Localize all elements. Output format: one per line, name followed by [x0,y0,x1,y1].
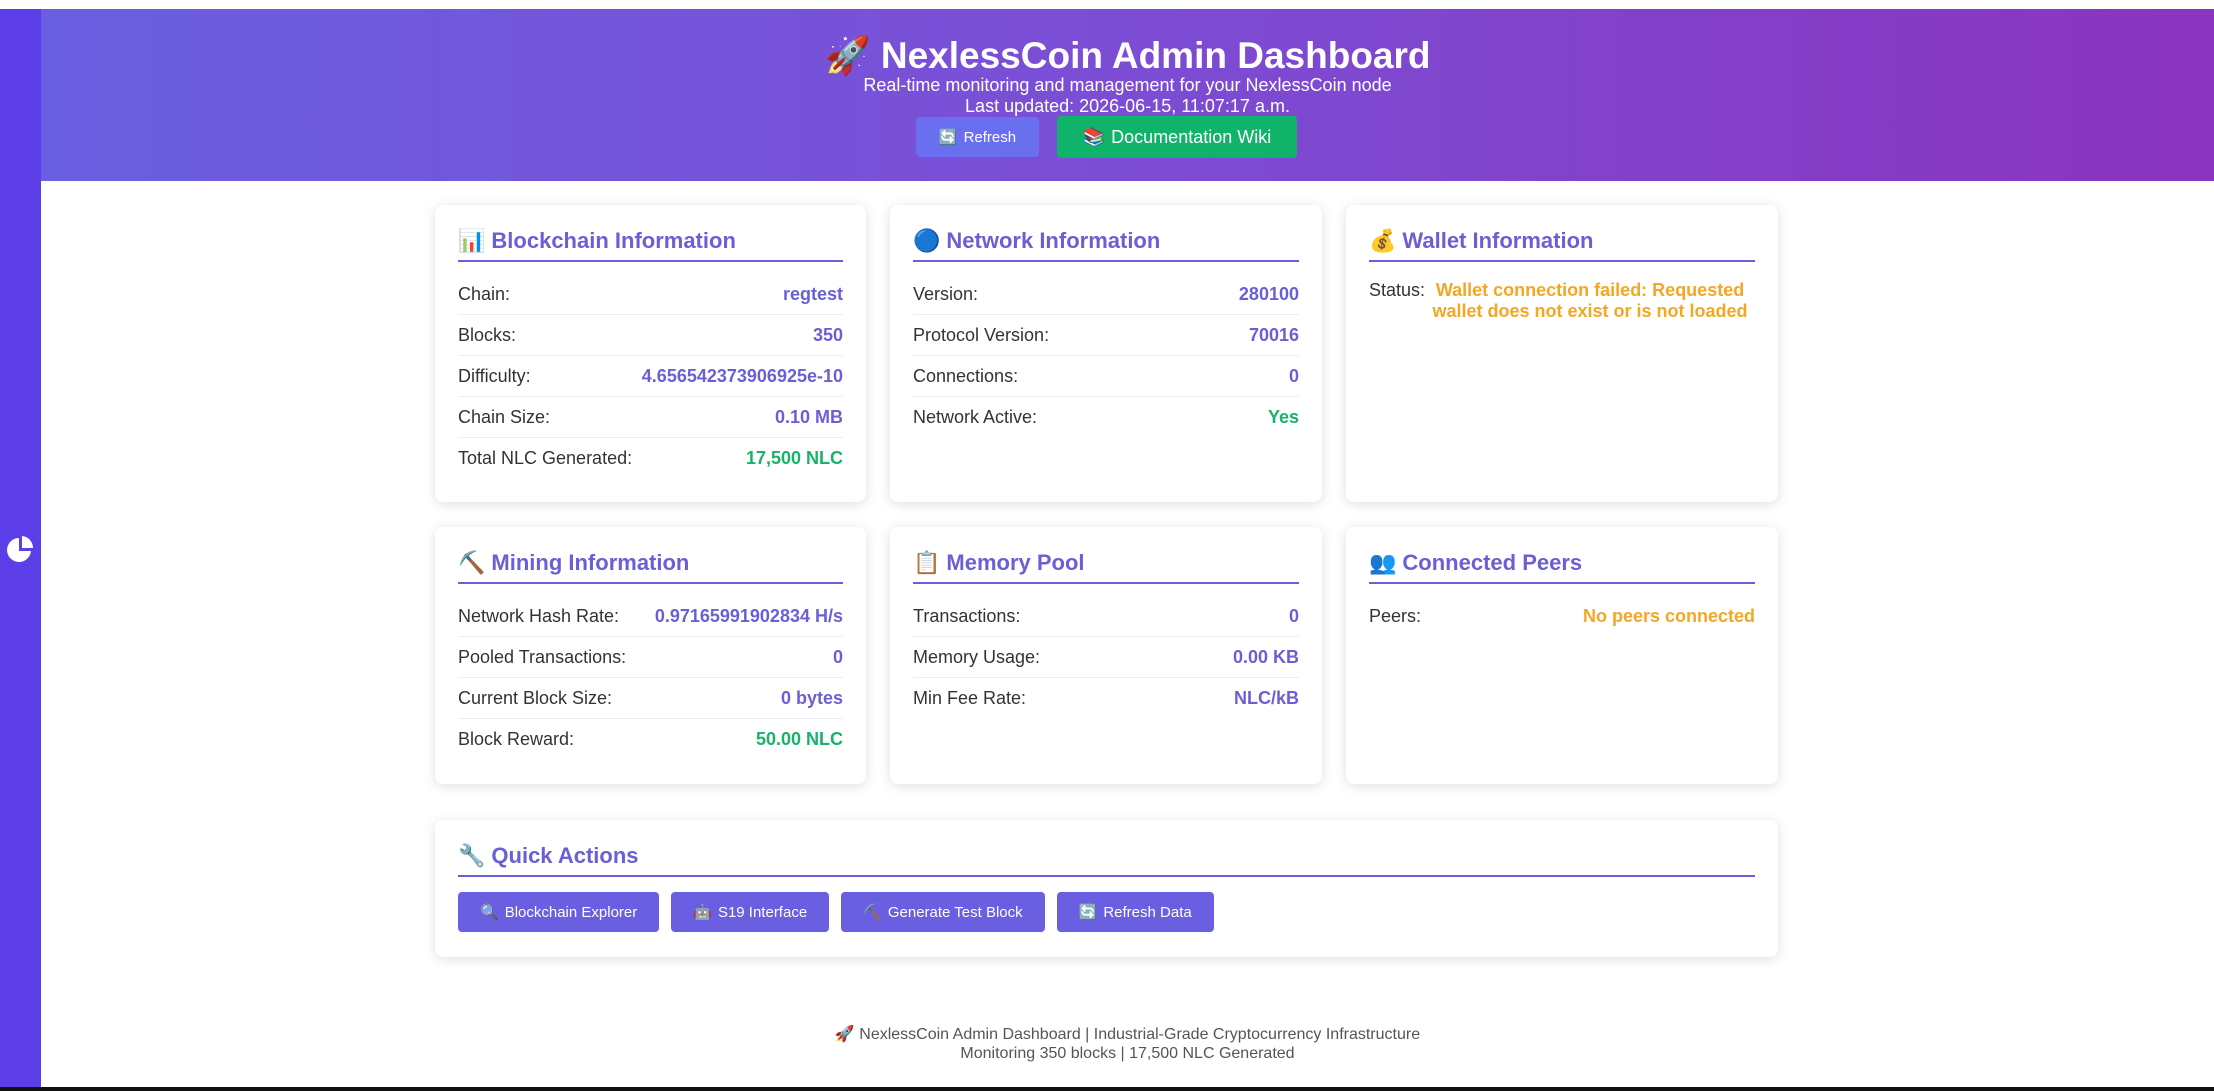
card-title: 📋 Memory Pool [913,550,1085,575]
total-generated-value: 17,500 NLC [745,447,843,468]
magnifier-icon: 🔍 [480,904,499,921]
wallet-info-card: 💰 Wallet Information Status: Wallet conne… [1346,205,1778,502]
refresh-data-button[interactable]: 🔄 Refresh Data [1056,892,1214,932]
title-divider [1369,260,1755,262]
documentation-wiki-button[interactable]: 📚 Documentation Wiki [1057,116,1297,158]
wallet-status: Status: Wallet connection failed: Reques… [1369,280,1755,322]
last-updated: Last updated: 2026-06-15, 11:07:17 a.m. [965,96,1290,116]
bar-chart-icon: 📊 [458,228,486,253]
info-row: Connections: 0 [913,356,1299,397]
refresh-button[interactable]: 🔄 Refresh [916,117,1039,157]
globe-icon: 🔵 [913,228,941,253]
footer-line-2: Monitoring 350 blocks | 17,500 NLC Gener… [960,1045,1295,1062]
title-divider [913,582,1299,584]
info-row: Version: 280100 [913,274,1299,315]
title-divider [458,260,843,262]
info-row: Transactions: 0 [913,596,1299,637]
top-strip [0,0,2214,9]
info-row: Block Reward: 50.00 NLC [458,728,843,749]
refresh-icon: 🔄 [938,129,958,146]
info-row: Chain Size: 0.10 MB [458,397,843,438]
rocket-icon: 🚀 [824,35,871,76]
connections-value: 0 [1288,365,1299,386]
page-subtitle: Real-time monitoring and management for … [863,75,1392,95]
people-icon: 👥 [1369,550,1397,575]
refresh-icon: 🔄 [1078,904,1098,921]
s19-interface-button[interactable]: 🤖 S19 Interface [671,892,830,932]
pickaxe-icon: ⛏️ [458,550,486,575]
card-title: 👥 Connected Peers [1369,550,1583,575]
pickaxe-icon: ⛏️ [863,904,882,921]
card-title: 📊 Blockchain Information [458,228,736,253]
pie-chart-icon[interactable] [4,534,36,566]
peers-value: No peers connected [1582,605,1755,626]
protocol-version-value: 70016 [1248,324,1299,345]
card-title: 🔵 Network Information [913,228,1161,253]
dashboard-header: 🚀 NexlessCoin Admin Dashboard Real-time … [41,9,2214,181]
bottom-border [0,1087,2214,1091]
info-row: Protocol Version: 70016 [913,315,1299,356]
blockchain-info-card: 📊 Blockchain Information Chain: regtest Bl… [435,205,866,502]
card-title: 🔧 Quick Actions [458,843,639,868]
wallet-status-value: Wallet connection failed: Requested wall… [1432,280,1748,321]
mempool-tx-value: 0 [1288,605,1299,626]
info-row: Blocks: 350 [458,315,843,356]
title-divider [913,260,1299,262]
info-row: Memory Usage: 0.00 KB [913,637,1299,678]
clipboard-icon: 📋 [913,550,941,575]
money-bag-icon: 💰 [1369,228,1397,253]
hash-rate-value: 0.97165991902834 H/s [654,605,843,626]
footer-line-1: 🚀 NexlessCoin Admin Dashboard | Industri… [834,1026,1421,1043]
info-row: Min Fee Rate: NLC/kB [913,687,1299,708]
title-divider [458,875,1755,877]
card-title: ⛏️ Mining Information [458,550,690,575]
card-title: 💰 Wallet Information [1369,228,1594,253]
rocket-icon: 🚀 [834,1026,855,1043]
chain-value: regtest [782,283,843,304]
generate-test-block-button[interactable]: ⛏️ Generate Test Block [841,892,1045,932]
mining-info-card: ⛏️ Mining Information Network Hash Rate: 0… [435,527,866,784]
chain-size-value: 0.10 MB [774,406,843,427]
memory-usage-value: 0.00 KB [1232,646,1299,667]
footer: 🚀 NexlessCoin Admin Dashboard | Industri… [41,1025,2214,1063]
blocks-value: 350 [812,324,843,345]
blockchain-explorer-button[interactable]: 🔍 Blockchain Explorer [458,892,660,932]
info-row: Chain: regtest [458,274,843,315]
version-value: 280100 [1238,283,1299,304]
info-row: Current Block Size: 0 bytes [458,678,843,719]
network-active-value: Yes [1267,406,1299,427]
info-row: Total NLC Generated: 17,500 NLC [458,447,843,468]
wrench-icon: 🔧 [458,843,486,868]
difficulty-value: 4.656542373906925e-10 [641,365,843,386]
title-divider [1369,582,1755,584]
pooled-tx-value: 0 [832,646,843,667]
info-row: Peers: No peers connected [1369,605,1755,626]
title-divider [458,582,843,584]
connected-peers-card: 👥 Connected Peers Peers: No peers connecte… [1346,527,1778,784]
info-row: Network Hash Rate: 0.97165991902834 H/s [458,596,843,637]
network-info-card: 🔵 Network Information Version: 280100 Prot… [890,205,1322,502]
min-fee-value: NLC/kB [1233,687,1299,708]
info-row: Difficulty: 4.656542373906925e-10 [458,356,843,397]
robot-icon: 🤖 [693,904,712,921]
block-size-value: 0 bytes [780,687,843,708]
info-row: Pooled Transactions: 0 [458,637,843,678]
book-icon: 📚 [1082,126,1106,147]
info-row: Network Active: Yes [913,406,1299,427]
memory-pool-card: 📋 Memory Pool Transactions: 0 Memory Usage… [890,527,1322,784]
block-reward-value: 50.00 NLC [755,728,843,749]
page-title: 🚀 NexlessCoin Admin Dashboard [824,35,1431,76]
sidebar [0,9,41,1087]
quick-actions-card: 🔧 Quick Actions 🔍 Blockchain Explorer 🤖 S19… [435,820,1778,957]
